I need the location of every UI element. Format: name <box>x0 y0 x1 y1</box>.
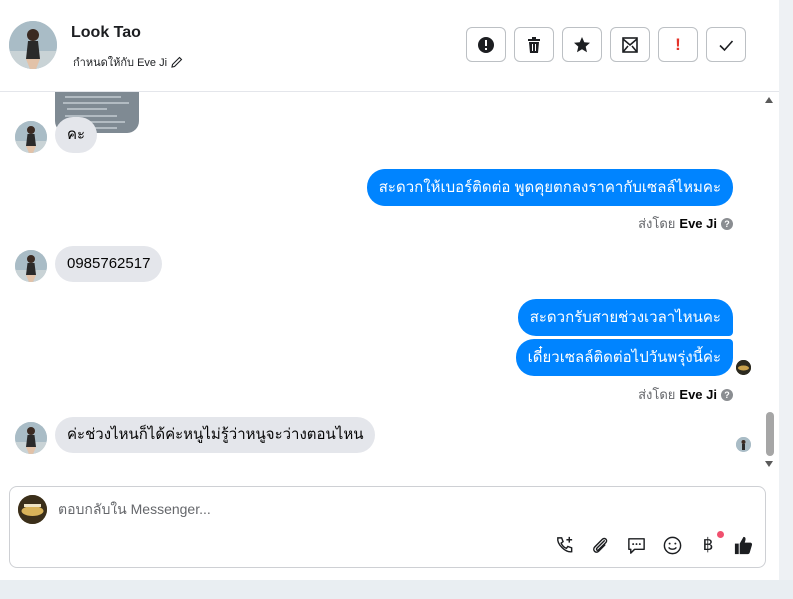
star-icon <box>574 36 590 52</box>
delete-button[interactable] <box>514 27 554 62</box>
sender-avatar[interactable] <box>15 422 47 454</box>
window-edge <box>779 0 793 599</box>
window-edge-bottom <box>0 580 793 599</box>
like-icon[interactable] <box>731 533 755 557</box>
star-button[interactable] <box>562 27 602 62</box>
assignee-label[interactable]: กำหนดให้กับ Eve Ji <box>73 53 183 71</box>
notification-dot <box>717 531 724 538</box>
phone-add-icon[interactable] <box>552 533 576 557</box>
sent-by-name: Eve Ji <box>679 387 717 402</box>
scroll-down-arrow[interactable] <box>765 461 773 467</box>
follow-up-button[interactable]: ! <box>658 27 698 62</box>
conversation-panel: Look Tao กำหนดให้กับ Eve Ji ! คะ สะดวกให… <box>0 0 779 580</box>
seen-avatar <box>736 360 751 375</box>
seen-avatar <box>736 437 751 452</box>
sender-avatar[interactable] <box>15 121 47 153</box>
baht-symbol: ฿ <box>702 535 714 555</box>
sent-by-name: Eve Ji <box>679 216 717 231</box>
sender-avatar[interactable] <box>15 250 47 282</box>
mark-done-button[interactable] <box>706 27 746 62</box>
sent-by-label: ส่งโดย Eve Ji ? <box>638 213 733 234</box>
saved-replies-icon[interactable] <box>624 533 648 557</box>
reply-composer: ฿ <box>9 486 766 568</box>
scroll-up-arrow[interactable] <box>765 97 773 103</box>
emoji-icon[interactable] <box>660 533 684 557</box>
pencil-icon[interactable] <box>171 56 183 68</box>
trash-icon <box>528 36 540 53</box>
message-incoming[interactable]: ค่ะช่วงไหนก็ได้ค่ะหนูไม่รู้ว่าหนูจะว่างต… <box>55 417 376 453</box>
message-incoming[interactable]: คะ <box>55 117 98 153</box>
paperclip-icon[interactable] <box>588 533 612 557</box>
assignee-text: กำหนดให้กับ Eve Ji <box>73 57 168 69</box>
mark-unread-button[interactable] <box>610 27 650 62</box>
message-incoming[interactable]: 0985762517 <box>55 246 163 282</box>
baht-payment-icon[interactable]: ฿ <box>696 531 724 557</box>
sent-by-label: ส่งโดย Eve Ji ? <box>638 384 733 405</box>
contact-name[interactable]: Look Tao <box>71 24 141 42</box>
report-spam-button[interactable] <box>466 27 506 62</box>
message-outgoing[interactable]: สะดวกรับสายช่วงเวลาไหนคะ <box>517 299 733 336</box>
exclamation-icon: ! <box>675 34 681 54</box>
envelope-icon <box>622 36 638 53</box>
conversation-header: Look Tao กำหนดให้กับ Eve Ji ! <box>0 0 779 92</box>
message-outgoing[interactable]: สะดวกให้เบอร์ติดต่อ พูดคุยตกลงราคากับเซล… <box>366 169 733 206</box>
message-outgoing[interactable]: เดี๋ยวเซลล์ติดต่อไปวันพรุ่งนี้ค่ะ <box>515 339 733 376</box>
check-icon <box>719 39 734 51</box>
reply-input[interactable] <box>58 501 658 517</box>
help-icon[interactable]: ? <box>721 217 733 230</box>
page-avatar <box>18 495 47 524</box>
sent-by-prefix: ส่งโดย <box>638 387 676 402</box>
alert-circle-icon <box>478 36 494 53</box>
scrollbar-thumb[interactable] <box>766 412 774 456</box>
sent-by-prefix: ส่งโดย <box>638 216 676 231</box>
help-icon[interactable]: ? <box>721 388 733 401</box>
contact-avatar[interactable] <box>9 21 57 69</box>
